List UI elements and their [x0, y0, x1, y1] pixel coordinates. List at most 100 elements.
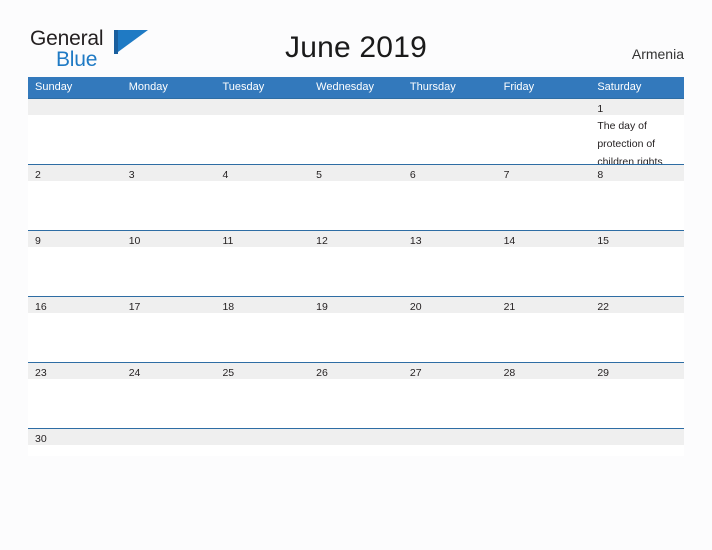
day-cell[interactable]: 13 [402, 231, 497, 296]
day-event-area: The day of protection of children rights [590, 115, 684, 164]
day-event-area [309, 115, 403, 116]
day-cell[interactable]: 8 [590, 165, 685, 230]
day-cell[interactable]: 1 The day of protection of children righ… [590, 99, 685, 164]
day-cell[interactable]: 25 [215, 363, 310, 428]
day-cell[interactable]: 29 [590, 363, 685, 428]
day-cell[interactable]: 24 [121, 363, 216, 428]
day-event-area [497, 181, 591, 182]
day-cell[interactable]: 11 [215, 231, 310, 296]
day-header-saturday: Saturday [597, 81, 642, 93]
day-number: 25 [222, 367, 235, 379]
day-number-band [402, 99, 497, 115]
week-row: 16 17 18 19 20 21 22 [28, 296, 685, 362]
day-header-tuesday: Tuesday [222, 81, 265, 93]
day-number-band: 28 [496, 363, 591, 379]
day-number-band: 6 [402, 165, 497, 181]
day-of-week-header-row: Sunday Monday Tuesday Wednesday Thursday… [28, 77, 684, 98]
day-cell[interactable]: 18 [215, 297, 310, 362]
day-cell[interactable]: 23 [28, 363, 122, 428]
day-cell[interactable] [590, 429, 685, 456]
day-header-thursday: Thursday [409, 81, 456, 93]
day-event-area [403, 115, 497, 116]
page-header: General Blue June 2019 Armenia [0, 0, 712, 76]
day-number: 10 [128, 235, 141, 247]
day-cell[interactable]: 16 [28, 297, 122, 362]
day-number-band: 4 [215, 165, 310, 181]
day-event-area [28, 115, 122, 116]
day-number-band [590, 429, 685, 445]
day-cell[interactable]: 3 [121, 165, 216, 230]
day-cell[interactable] [309, 99, 403, 164]
day-cell[interactable]: 19 [309, 297, 403, 362]
day-event-area [215, 379, 309, 380]
day-number-band: 14 [496, 231, 591, 247]
day-event-area [590, 313, 684, 314]
day-cell[interactable]: 15 [590, 231, 685, 296]
day-number: 13 [409, 235, 422, 247]
day-number-band [215, 429, 310, 445]
day-event-area [590, 445, 684, 446]
day-cell[interactable]: 21 [496, 297, 591, 362]
day-number: 12 [316, 235, 328, 247]
day-event-area [122, 181, 216, 182]
day-number: 26 [316, 367, 328, 379]
day-event-area [590, 379, 684, 380]
week-row: 9 10 11 12 13 14 15 [28, 230, 685, 296]
day-number-band: 19 [309, 297, 403, 313]
day-event-area [403, 445, 497, 446]
day-cell[interactable]: 30 [28, 429, 122, 456]
day-cell[interactable] [496, 429, 591, 456]
day-number: 21 [503, 301, 516, 313]
day-number-band: 11 [215, 231, 310, 247]
day-cell[interactable] [121, 99, 216, 164]
day-number-band [402, 429, 497, 445]
day-number: 22 [597, 301, 609, 313]
day-number-band: 26 [309, 363, 403, 379]
day-cell[interactable]: 4 [215, 165, 310, 230]
day-number-band [309, 99, 403, 115]
day-cell[interactable] [309, 429, 403, 456]
day-number-band [215, 99, 310, 115]
day-event-text: The day of protection of children rights [597, 120, 663, 164]
day-number-band [121, 429, 216, 445]
day-number-band: 15 [590, 231, 685, 247]
day-cell[interactable] [496, 99, 591, 164]
day-event-area [215, 181, 309, 182]
day-cell[interactable]: 7 [496, 165, 591, 230]
day-event-area [28, 313, 122, 314]
day-cell[interactable]: 28 [496, 363, 591, 428]
day-cell[interactable]: 5 [309, 165, 403, 230]
day-cell[interactable] [121, 429, 216, 456]
day-cell[interactable]: 26 [309, 363, 403, 428]
day-number-band [121, 99, 216, 115]
day-number: 11 [222, 235, 234, 247]
day-event-area [403, 181, 497, 182]
day-cell[interactable]: 6 [402, 165, 497, 230]
week-row: 1 The day of protection of children righ… [28, 98, 685, 164]
calendar-grid: Sunday Monday Tuesday Wednesday Thursday… [28, 77, 685, 456]
day-number: 20 [409, 301, 422, 313]
day-cell[interactable] [402, 429, 497, 456]
day-cell[interactable]: 27 [402, 363, 497, 428]
day-cell[interactable] [215, 429, 310, 456]
day-cell[interactable]: 12 [309, 231, 403, 296]
day-event-area [403, 313, 497, 314]
day-cell[interactable]: 9 [28, 231, 122, 296]
day-cell[interactable]: 14 [496, 231, 591, 296]
day-event-area [309, 313, 403, 314]
day-event-area [215, 115, 309, 116]
day-event-area [309, 247, 403, 248]
day-cell[interactable]: 17 [121, 297, 216, 362]
day-cell[interactable] [215, 99, 310, 164]
day-event-area [28, 445, 122, 446]
day-cell[interactable]: 10 [121, 231, 216, 296]
day-cell[interactable]: 20 [402, 297, 497, 362]
day-cell[interactable] [402, 99, 497, 164]
day-cell[interactable]: 2 [28, 165, 122, 230]
day-number: 5 [316, 169, 322, 181]
day-event-area [122, 445, 216, 446]
day-cell[interactable]: 22 [590, 297, 685, 362]
day-number-band: 9 [28, 231, 122, 247]
day-number: 14 [503, 235, 516, 247]
day-cell[interactable] [28, 99, 122, 164]
